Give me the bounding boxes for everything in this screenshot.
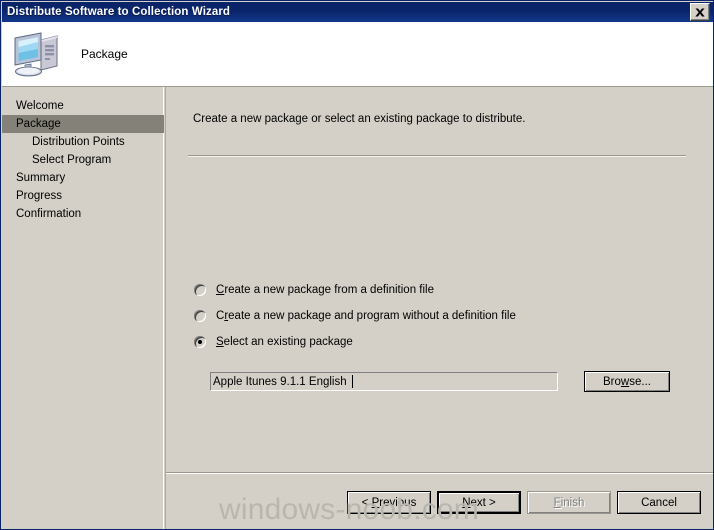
wizard-sidebar: Welcome Package Distribution Points Sele… [2, 87, 164, 529]
radio-label-rest: elect an existing package [223, 336, 353, 348]
wizard-button-bar: < Previous Next > Finish Cancel [166, 483, 713, 529]
accel-char: S [216, 336, 224, 348]
intro-text: Create a new package or select an existi… [193, 113, 526, 125]
browse-label-post: se... [629, 375, 651, 388]
finish-label-post: inish [560, 496, 585, 509]
sidebar-item-select-program[interactable]: Select Program [2, 151, 163, 169]
previous-label-post: revious [379, 496, 417, 509]
previous-button[interactable]: < Previous [347, 491, 431, 514]
cancel-button[interactable]: Cancel [617, 491, 701, 514]
radio-mark-package-and-program[interactable] [194, 310, 206, 322]
content-divider-bottom [166, 472, 713, 474]
accel-char: N [462, 496, 471, 509]
radio-mark-definition-file[interactable] [194, 284, 206, 296]
package-name-input[interactable] [210, 372, 558, 391]
header-title: Package [81, 47, 128, 61]
radio-label-definition-file: Create a new package from a definition f… [216, 284, 434, 296]
wizard-body: Welcome Package Distribution Points Sele… [2, 87, 713, 529]
radio-label-existing-package: Select an existing package [216, 336, 353, 348]
accel-char: F [553, 496, 561, 509]
wizard-content: Create a new package or select an existi… [166, 87, 713, 529]
radio-option-package-and-program[interactable]: Create a new package and program without… [194, 310, 516, 322]
computer-icon [14, 32, 58, 77]
finish-button: Finish [527, 491, 611, 514]
radio-label-package-and-program: Create a new package and program without… [216, 310, 516, 322]
window-title: Distribute Software to Collection Wizard [7, 6, 231, 18]
sidebar-item-distribution-points[interactable]: Distribution Points [2, 133, 163, 151]
next-button[interactable]: Next > [437, 491, 521, 514]
wizard-window: Distribute Software to Collection Wizard [0, 0, 714, 530]
radio-label-rest: reate a new package from a definition fi… [224, 284, 434, 296]
cancel-label: Cancel [641, 496, 677, 509]
sidebar-item-progress[interactable]: Progress [2, 187, 163, 205]
radio-option-definition-file[interactable]: Create a new package from a definition f… [194, 284, 434, 296]
browse-button[interactable]: Browse... [584, 371, 670, 392]
title-bar: Distribute Software to Collection Wizard [2, 2, 713, 22]
wizard-header: Package [2, 22, 713, 87]
previous-label-pre: < [361, 496, 372, 509]
radio-mark-existing-package[interactable] [194, 336, 206, 348]
content-divider-top [188, 155, 686, 157]
close-button[interactable] [690, 3, 710, 21]
close-x-icon [695, 8, 705, 16]
next-label-post: ext > [470, 496, 496, 509]
sidebar-item-summary[interactable]: Summary [2, 169, 163, 187]
radio-label-rest: eate a new package and program without a… [228, 310, 516, 322]
browse-label-pre: Bro [603, 375, 621, 388]
accel-char: w [620, 375, 630, 388]
sidebar-item-welcome[interactable]: Welcome [2, 97, 163, 115]
sidebar-item-package[interactable]: Package [2, 115, 164, 133]
radio-option-existing-package[interactable]: Select an existing package [194, 336, 353, 348]
text-caret [352, 375, 353, 388]
sidebar-item-confirmation[interactable]: Confirmation [2, 205, 163, 223]
